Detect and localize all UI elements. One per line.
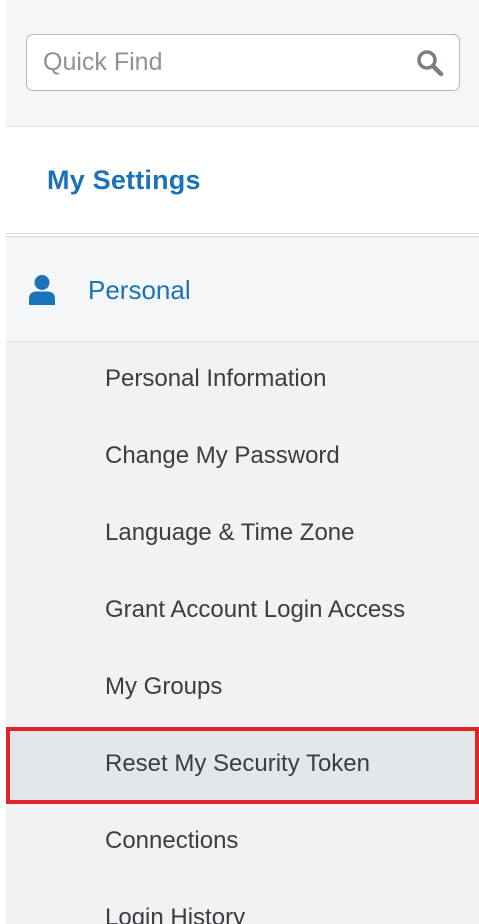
menu-item-label: Personal Information — [105, 365, 327, 392]
menu-item-personal-information[interactable]: Personal Information — [6, 342, 479, 419]
menu-item-login-history[interactable]: Login History — [6, 881, 479, 924]
menu-item-label: Connections — [105, 827, 239, 854]
my-settings-header: My Settings — [6, 127, 479, 237]
section-personal[interactable]: Personal — [6, 239, 479, 342]
menu-item-label: My Groups — [105, 673, 223, 700]
menu-item-change-my-password[interactable]: Change My Password — [6, 419, 479, 496]
menu-item-label: Login History — [105, 904, 246, 924]
menu-item-connections[interactable]: Connections — [6, 804, 479, 881]
menu-item-my-groups[interactable]: My Groups — [6, 650, 479, 727]
person-icon — [29, 275, 55, 305]
section-label: Personal — [88, 275, 191, 305]
quick-find-area — [6, 0, 479, 127]
menu-item-label: Language & Time Zone — [105, 519, 355, 546]
quick-find-input[interactable] — [27, 35, 407, 90]
page-title: My Settings — [47, 165, 201, 195]
settings-sidebar: My Settings Personal Personal Informatio… — [6, 0, 479, 924]
menu-item-language-time-zone[interactable]: Language & Time Zone — [6, 496, 479, 573]
menu-item-reset-my-security-token[interactable]: Reset My Security Token — [6, 727, 479, 804]
menu-item-label: Grant Account Login Access — [105, 596, 406, 623]
quick-find-box[interactable] — [26, 34, 460, 91]
menu-item-grant-account-login-access[interactable]: Grant Account Login Access — [6, 573, 479, 650]
search-icon[interactable] — [415, 48, 445, 78]
menu-item-label: Change My Password — [105, 442, 340, 469]
menu-item-label: Reset My Security Token — [105, 750, 370, 777]
personal-submenu: Personal Information Change My Password … — [6, 342, 479, 924]
